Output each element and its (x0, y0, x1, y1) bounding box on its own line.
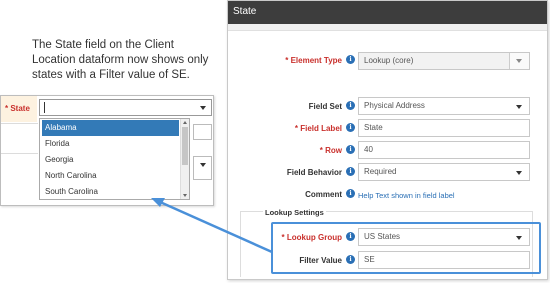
screenshot-root: The State field on the Client Location d… (0, 0, 550, 283)
callout-arrow-line (159, 200, 273, 254)
callout-arrow (151, 198, 273, 254)
